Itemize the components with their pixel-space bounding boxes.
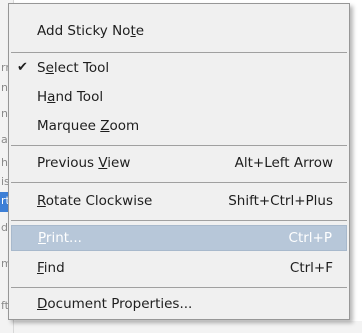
background-text: h	[1, 156, 8, 169]
menu-item-label: Hand Tool	[37, 89, 104, 105]
menu-separator	[11, 182, 347, 183]
menu-item-shortcut: Ctrl+P	[288, 230, 332, 246]
menu-item-rotate-clockwise[interactable]: Rotate Clockwise Shift+Ctrl+Plus	[11, 188, 347, 214]
menu-item-find[interactable]: Find Ctrl+F	[11, 255, 347, 281]
menu-separator	[11, 145, 347, 146]
menu-item-label: Add Sticky Note	[37, 23, 145, 39]
menu-item-label: Find	[37, 260, 65, 276]
menu-separator	[11, 220, 347, 221]
checkmark-icon: ✔	[17, 60, 28, 75]
menu-item-label: Rotate Clockwise	[37, 193, 153, 209]
background-text: n	[1, 81, 8, 94]
menu-item-shortcut: Alt+Left Arrow	[234, 155, 333, 171]
menu-item-hand-tool[interactable]: Hand Tool	[11, 84, 347, 110]
menu-separator	[11, 52, 347, 53]
menu-item-shortcut: Ctrl+F	[289, 260, 333, 276]
context-menu: Add Sticky Note ✔ Select Tool Hand Tool …	[8, 3, 350, 320]
menu-item-label: Previous View	[37, 155, 131, 171]
menu-item-document-properties[interactable]: Document Properties...	[11, 291, 347, 317]
menu-item-add-sticky-note[interactable]: Add Sticky Note	[11, 18, 347, 44]
background-window-bottom	[14, 321, 362, 333]
menu-item-previous-view[interactable]: Previous View Alt+Left Arrow	[11, 150, 347, 176]
menu-item-print[interactable]: Print... Ctrl+P	[11, 225, 347, 251]
menu-item-label: Document Properties...	[37, 296, 193, 312]
menu-separator	[11, 287, 347, 288]
menu-item-marquee-zoom[interactable]: Marquee Zoom	[11, 113, 347, 139]
menu-item-label: Print...	[38, 230, 82, 246]
screen: rr n ne ag h is rt di mi ft Add Sticky N…	[0, 0, 362, 333]
menu-item-label: Marquee Zoom	[37, 118, 140, 134]
menu-item-label: Select Tool	[37, 60, 110, 76]
menu-item-shortcut: Shift+Ctrl+Plus	[228, 193, 333, 209]
menu-item-select-tool[interactable]: ✔ Select Tool	[11, 55, 347, 81]
